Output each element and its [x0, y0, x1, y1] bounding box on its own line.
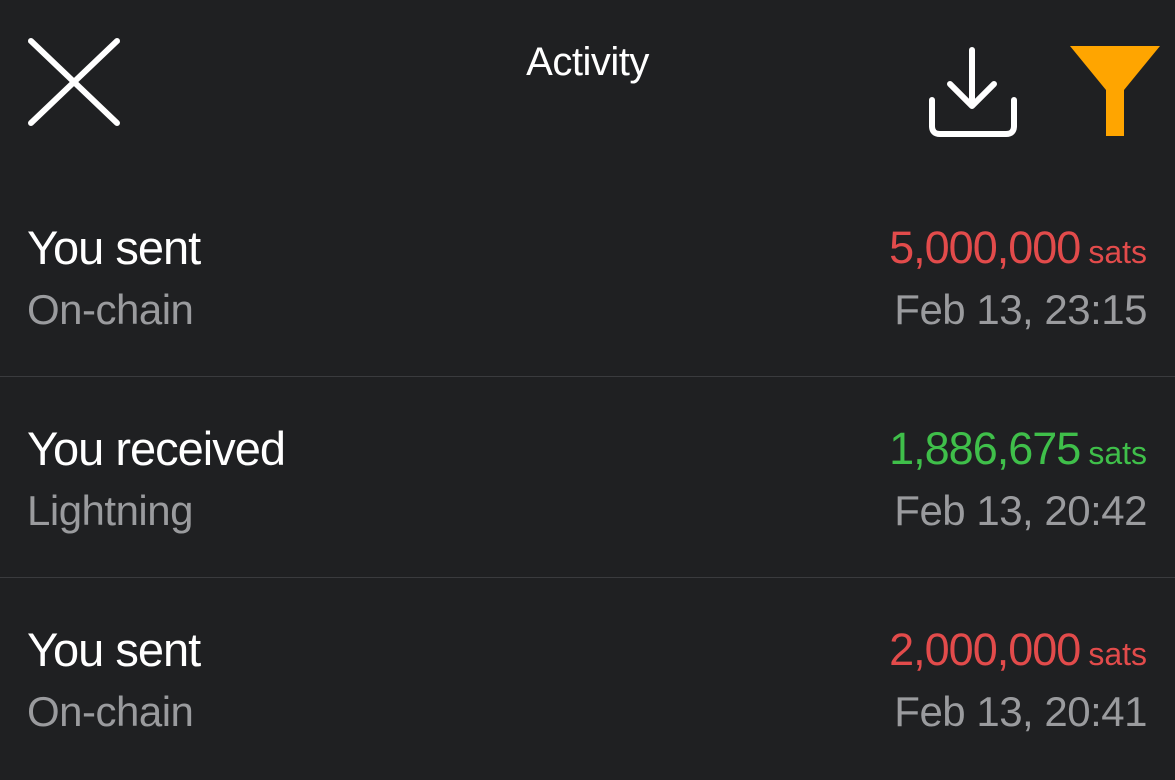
activity-title: You sent [27, 623, 201, 676]
activity-title: You sent [27, 221, 201, 274]
amount-value: 2,000,000 [889, 624, 1081, 675]
download-icon [929, 47, 1017, 137]
activity-row[interactable]: You sent On-chain 2,000,000 sats Feb 13, … [0, 578, 1175, 778]
amount-value: 1,886,675 [889, 423, 1081, 474]
activity-row[interactable]: You sent On-chain 5,000,000 sats Feb 13, … [0, 176, 1175, 377]
activity-timestamp: Feb 13, 20:41 [894, 688, 1147, 735]
activity-method: On-chain [27, 286, 194, 333]
activity-title: You received [27, 422, 286, 475]
activity-row[interactable]: You received Lightning 1,886,675 sats Feb… [0, 377, 1175, 578]
activity-method: On-chain [27, 688, 194, 735]
download-button[interactable] [924, 44, 1020, 140]
activity-amount: 2,000,000 sats [889, 624, 1147, 676]
amount-unit: sats [1088, 636, 1147, 672]
amount-value: 5,000,000 [889, 222, 1081, 273]
activity-amount: 1,886,675 sats [889, 423, 1147, 475]
activity-timestamp: Feb 13, 20:42 [894, 487, 1147, 534]
header: Activity [0, 0, 1175, 170]
filter-button[interactable] [1068, 44, 1162, 140]
filter-icon [1070, 46, 1160, 136]
activity-list: You sent On-chain 5,000,000 sats Feb 13, … [0, 176, 1175, 778]
activity-amount: 5,000,000 sats [889, 222, 1147, 274]
amount-unit: sats [1088, 435, 1147, 471]
amount-unit: sats [1088, 234, 1147, 270]
activity-method: Lightning [27, 487, 193, 534]
activity-timestamp: Feb 13, 23:15 [894, 286, 1147, 333]
